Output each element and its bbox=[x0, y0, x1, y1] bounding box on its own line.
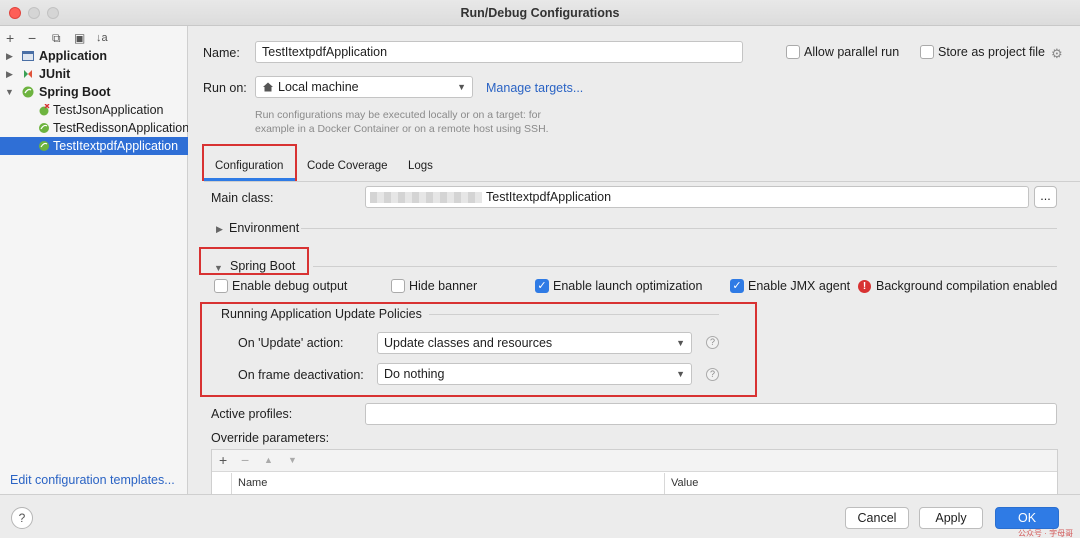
tab-code-coverage[interactable]: Code Coverage bbox=[307, 156, 388, 176]
column-header-name[interactable]: Name bbox=[238, 473, 267, 493]
on-frame-deactivation-label: On frame deactivation: bbox=[238, 368, 364, 382]
spring-boot-divider bbox=[313, 266, 1057, 267]
error-icon: ! bbox=[858, 280, 871, 293]
hide-banner-checkbox[interactable] bbox=[391, 279, 405, 293]
spring-boot-icon bbox=[39, 123, 49, 133]
chevron-right-icon[interactable]: ▶ bbox=[216, 224, 223, 235]
tree-item-test-redisson-application[interactable]: TestRedissonApplication bbox=[0, 119, 188, 137]
cancel-button[interactable]: Cancel bbox=[845, 507, 909, 529]
spring-boot-error-icon bbox=[39, 104, 50, 116]
environment-section-toggle[interactable]: Environment bbox=[229, 221, 299, 235]
store-as-project-file-checkbox[interactable] bbox=[920, 45, 934, 59]
main-class-value: TestItextpdfApplication bbox=[486, 190, 612, 204]
run-on-label: Run on: bbox=[203, 81, 247, 95]
chevron-down-icon[interactable]: ▼ bbox=[5, 83, 14, 101]
title-bar: Run/Debug Configurations bbox=[0, 0, 1080, 26]
help-icon[interactable]: ? bbox=[706, 336, 719, 349]
browse-main-class-button[interactable]: ... bbox=[1034, 186, 1057, 208]
remove-parameter-button[interactable]: − bbox=[241, 452, 249, 468]
junit-icon bbox=[24, 70, 32, 78]
allow-parallel-run-label: Allow parallel run bbox=[804, 45, 900, 59]
chevron-down-icon[interactable]: ▼ bbox=[214, 263, 223, 273]
override-parameters-label: Override parameters: bbox=[211, 431, 330, 445]
tree-item-test-json-application[interactable]: TestJsonApplication bbox=[0, 101, 188, 119]
tab-logs[interactable]: Logs bbox=[408, 156, 433, 176]
on-update-action-value: Update classes and resources bbox=[384, 336, 553, 350]
hide-banner-label: Hide banner bbox=[409, 279, 478, 293]
highlight-configuration-tab bbox=[202, 144, 297, 181]
column-divider bbox=[664, 473, 665, 495]
tab-divider bbox=[204, 181, 1080, 182]
active-profiles-label: Active profiles: bbox=[211, 407, 293, 421]
help-button[interactable]: ? bbox=[11, 507, 33, 529]
move-down-icon[interactable]: ▼ bbox=[288, 455, 297, 465]
store-as-project-file-label: Store as project file bbox=[938, 45, 1045, 59]
manage-targets-link[interactable]: Manage targets... bbox=[486, 81, 583, 95]
update-policies-divider bbox=[429, 314, 719, 315]
tree-node-spring-boot[interactable]: ▼ Spring Boot bbox=[0, 83, 188, 101]
run-on-select[interactable]: Local machine ▼ bbox=[255, 76, 473, 98]
dialog-button-bar: ? Cancel Apply OK bbox=[0, 494, 1080, 538]
on-frame-deactivation-select[interactable]: Do nothing ▼ bbox=[377, 363, 692, 385]
tree-node-application[interactable]: ▶ Application bbox=[0, 47, 188, 65]
tree-item-test-itextpdf-application[interactable]: TestItextpdfApplication bbox=[0, 137, 188, 155]
chevron-down-icon: ▼ bbox=[676, 369, 685, 379]
name-label: Name: bbox=[203, 46, 240, 60]
chevron-right-icon[interactable]: ▶ bbox=[6, 65, 13, 83]
column-divider bbox=[231, 473, 232, 495]
tree-node-junit[interactable]: ▶ JUnit bbox=[0, 65, 188, 83]
on-update-action-label: On 'Update' action: bbox=[238, 336, 344, 350]
spring-boot-icon bbox=[22, 86, 34, 98]
apply-button[interactable]: Apply bbox=[919, 507, 983, 529]
spring-boot-section-toggle[interactable]: Spring Boot bbox=[230, 259, 295, 273]
column-header-value[interactable]: Value bbox=[671, 473, 698, 493]
enable-debug-output-checkbox[interactable] bbox=[214, 279, 228, 293]
gear-icon[interactable]: ⚙ bbox=[1051, 46, 1063, 62]
sort-configurations-button[interactable]: ↓a bbox=[96, 29, 108, 47]
main-class-input[interactable]: TestItextpdfApplication bbox=[365, 186, 1029, 208]
home-icon bbox=[263, 82, 273, 92]
ok-button[interactable]: OK bbox=[995, 507, 1059, 529]
main-class-label: Main class: bbox=[211, 191, 274, 205]
enable-debug-output-label: Enable debug output bbox=[232, 279, 348, 293]
enable-launch-optimization-checkbox[interactable]: ✓ bbox=[535, 279, 549, 293]
on-update-action-select[interactable]: Update classes and resources ▼ bbox=[377, 332, 692, 354]
environment-divider bbox=[301, 228, 1057, 229]
configuration-editor: Name: TestItextpdfApplication Allow para… bbox=[189, 26, 1080, 495]
active-profiles-input[interactable] bbox=[365, 403, 1057, 425]
run-on-value: Local machine bbox=[278, 80, 359, 94]
on-frame-deactivation-value: Do nothing bbox=[384, 367, 445, 381]
run-debug-configurations-window: Run/Debug Configurations + − ⧉ ▣ ↓a ▶ Ap… bbox=[0, 0, 1080, 538]
enable-launch-optimization-label: Enable launch optimization bbox=[553, 279, 703, 293]
name-input[interactable]: TestItextpdfApplication bbox=[255, 41, 743, 63]
background-compilation-label: Background compilation enabled bbox=[876, 279, 1058, 293]
add-configuration-button[interactable]: + bbox=[6, 29, 14, 47]
update-policies-title: Running Application Update Policies bbox=[221, 307, 422, 321]
chevron-down-icon: ▼ bbox=[676, 338, 685, 348]
chevron-down-icon: ▼ bbox=[457, 82, 466, 92]
add-parameter-button[interactable]: + bbox=[219, 452, 227, 468]
table-toolbar: + − ▲ ▼ bbox=[212, 450, 1057, 472]
window-title: Run/Debug Configurations bbox=[460, 6, 620, 20]
edit-configuration-templates-link[interactable]: Edit configuration templates... bbox=[10, 473, 175, 487]
watermark: 公众号 · 字母哥 bbox=[1018, 529, 1074, 538]
enable-jmx-agent-label: Enable JMX agent bbox=[748, 279, 851, 293]
spring-boot-icon bbox=[39, 141, 49, 151]
move-up-icon[interactable]: ▲ bbox=[264, 455, 273, 465]
run-on-hint: Run configurations may be executed local… bbox=[255, 109, 549, 135]
application-icon bbox=[22, 51, 34, 61]
help-icon[interactable]: ? bbox=[706, 368, 719, 381]
override-parameters-table: + − ▲ ▼ Name Value bbox=[211, 449, 1058, 495]
move-into-folder-button[interactable]: ▣ bbox=[74, 29, 85, 47]
blurred-package-name bbox=[370, 192, 482, 203]
copy-configuration-button[interactable]: ⧉ bbox=[52, 29, 61, 47]
allow-parallel-run-checkbox[interactable] bbox=[786, 45, 800, 59]
remove-configuration-button[interactable]: − bbox=[28, 29, 36, 47]
configuration-tree-pane: + − ⧉ ▣ ↓a ▶ Application ▶ JUnit ▼ Sprin… bbox=[0, 26, 188, 494]
chevron-right-icon[interactable]: ▶ bbox=[6, 47, 13, 65]
enable-jmx-agent-checkbox[interactable]: ✓ bbox=[730, 279, 744, 293]
